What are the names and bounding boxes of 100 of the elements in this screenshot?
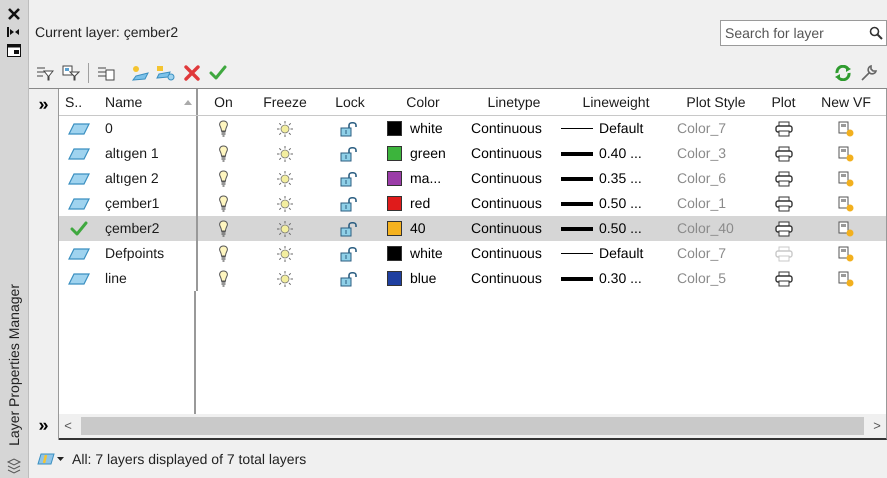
viewport-freeze-icon: [838, 120, 854, 136]
filter-icon: [36, 65, 54, 81]
color-name: ma...: [410, 169, 442, 188]
unlocked-padlock-icon: [340, 270, 360, 286]
lightbulb-icon: [218, 120, 229, 137]
panel-icon: [7, 44, 21, 57]
layer-name: Defpoints: [105, 244, 164, 260]
lineweight-value: 0.40 ...: [599, 144, 642, 163]
unlocked-padlock-icon: [340, 120, 360, 136]
printer-icon: [774, 170, 792, 186]
plot-style: Color_1: [677, 194, 726, 210]
linetype-name: Continuous: [471, 270, 542, 286]
lightbulb-icon: [218, 195, 229, 212]
lightbulb-icon: [218, 245, 229, 262]
sun-icon: [276, 144, 294, 162]
layer-name: çember1: [105, 194, 160, 210]
printer-icon: [774, 146, 792, 162]
printer-icon: [774, 246, 792, 262]
lineweight-value: 0.50 ...: [599, 194, 642, 213]
wrench-icon: [860, 64, 878, 82]
close-icon: [184, 65, 200, 81]
linetype-name: Continuous: [471, 120, 542, 136]
plot-style: Color_6: [677, 170, 726, 186]
search-field[interactable]: Search for layer: [720, 20, 887, 46]
filter-menu-button[interactable]: [37, 452, 64, 466]
plot-style: Color_5: [677, 270, 726, 286]
printer-icon: [774, 120, 792, 136]
column-header[interactable]: Plot: [771, 92, 796, 112]
color-name: blue: [410, 269, 436, 288]
unlocked-padlock-icon: [340, 170, 360, 186]
lineweight-value: Default: [599, 119, 644, 138]
layer-icon: [68, 172, 90, 184]
horizontal-scrollbar[interactable]: < >: [59, 414, 886, 438]
linetype-name: Continuous: [471, 194, 542, 210]
printer-icon: [774, 270, 792, 286]
layer-name: çember2: [105, 220, 160, 236]
column-header[interactable]: Freeze: [263, 92, 307, 112]
column-header[interactable]: Name: [105, 92, 142, 112]
expand-filter-tree-button[interactable]: »: [38, 416, 48, 434]
checkmark-icon: [70, 220, 88, 238]
layer-name: line: [105, 270, 127, 286]
caret-icon: [57, 457, 64, 461]
layer-name: altıgen 1: [105, 144, 159, 160]
unlocked-padlock-icon: [340, 220, 360, 236]
color-name: white: [410, 244, 443, 263]
properties-button[interactable]: [7, 44, 21, 57]
panel-title: Layer Properties Manager: [4, 284, 23, 446]
search-icon: [869, 26, 883, 40]
layer-states-icon: [97, 65, 115, 81]
filter-icon: [62, 65, 80, 81]
linetype-name: Continuous: [471, 170, 542, 186]
lightbulb-icon: [218, 220, 229, 237]
sort-ascending-icon: [184, 100, 192, 104]
lineweight-value: 0.50 ...: [599, 219, 642, 238]
column-header[interactable]: S..: [65, 92, 82, 112]
layer-filter-icon: [37, 452, 55, 466]
viewport-freeze-icon: [838, 196, 854, 212]
sun-icon: [276, 270, 294, 288]
layers-icon: [6, 458, 22, 474]
scroll-right-button[interactable]: >: [868, 416, 886, 436]
layer-icon: [68, 122, 90, 134]
close-icon: [8, 8, 20, 20]
printer-icon: [774, 196, 792, 212]
lineweight-value: 0.30 ...: [599, 269, 642, 288]
close-button[interactable]: [8, 8, 20, 20]
lightbulb-icon: [218, 270, 229, 287]
column-header[interactable]: New VF: [821, 92, 871, 112]
lineweight-value: 0.35 ...: [599, 169, 642, 188]
arrows-icon: [7, 26, 21, 38]
scroll-left-button[interactable]: <: [59, 416, 77, 436]
sun-icon: [276, 170, 294, 188]
layer-icon: [68, 148, 90, 160]
plot-style: Color_3: [677, 144, 726, 160]
unlocked-padlock-icon: [340, 146, 360, 162]
checkmark-icon: [209, 64, 227, 82]
color-name: 40: [410, 219, 426, 238]
column-header[interactable]: Color: [406, 92, 440, 112]
column-header[interactable]: Lock: [335, 92, 365, 112]
unlocked-padlock-icon: [340, 196, 360, 212]
column-header[interactable]: Linetype: [488, 92, 540, 112]
color-name: green: [410, 144, 446, 163]
lightbulb-icon: [218, 170, 229, 187]
viewport-freeze-icon: [838, 246, 854, 262]
linetype-name: Continuous: [471, 244, 542, 260]
layer-name: 0: [105, 120, 113, 136]
scrollbar-thumb[interactable]: [81, 417, 864, 435]
linetype-name: Continuous: [471, 220, 542, 236]
color-name: white: [410, 119, 443, 138]
expand-filter-tree-button[interactable]: »: [38, 95, 48, 113]
layer-name: altıgen 2: [105, 170, 159, 186]
column-header[interactable]: Plot Style: [686, 92, 746, 112]
status-text: All: 7 layers displayed of 7 total layers: [72, 450, 306, 469]
viewport-freeze-icon: [838, 146, 854, 162]
current-layer-label: Current layer: çember2: [35, 23, 180, 42]
column-header[interactable]: On: [214, 92, 233, 112]
layer-row[interactable]: çember2 40 Continuous 0.50 ... Color_40: [59, 216, 886, 241]
auto-hide-button[interactable]: [7, 26, 21, 38]
column-header[interactable]: Lineweight: [582, 92, 650, 112]
refresh-icon: [834, 65, 852, 81]
layer-icon: [68, 198, 90, 210]
